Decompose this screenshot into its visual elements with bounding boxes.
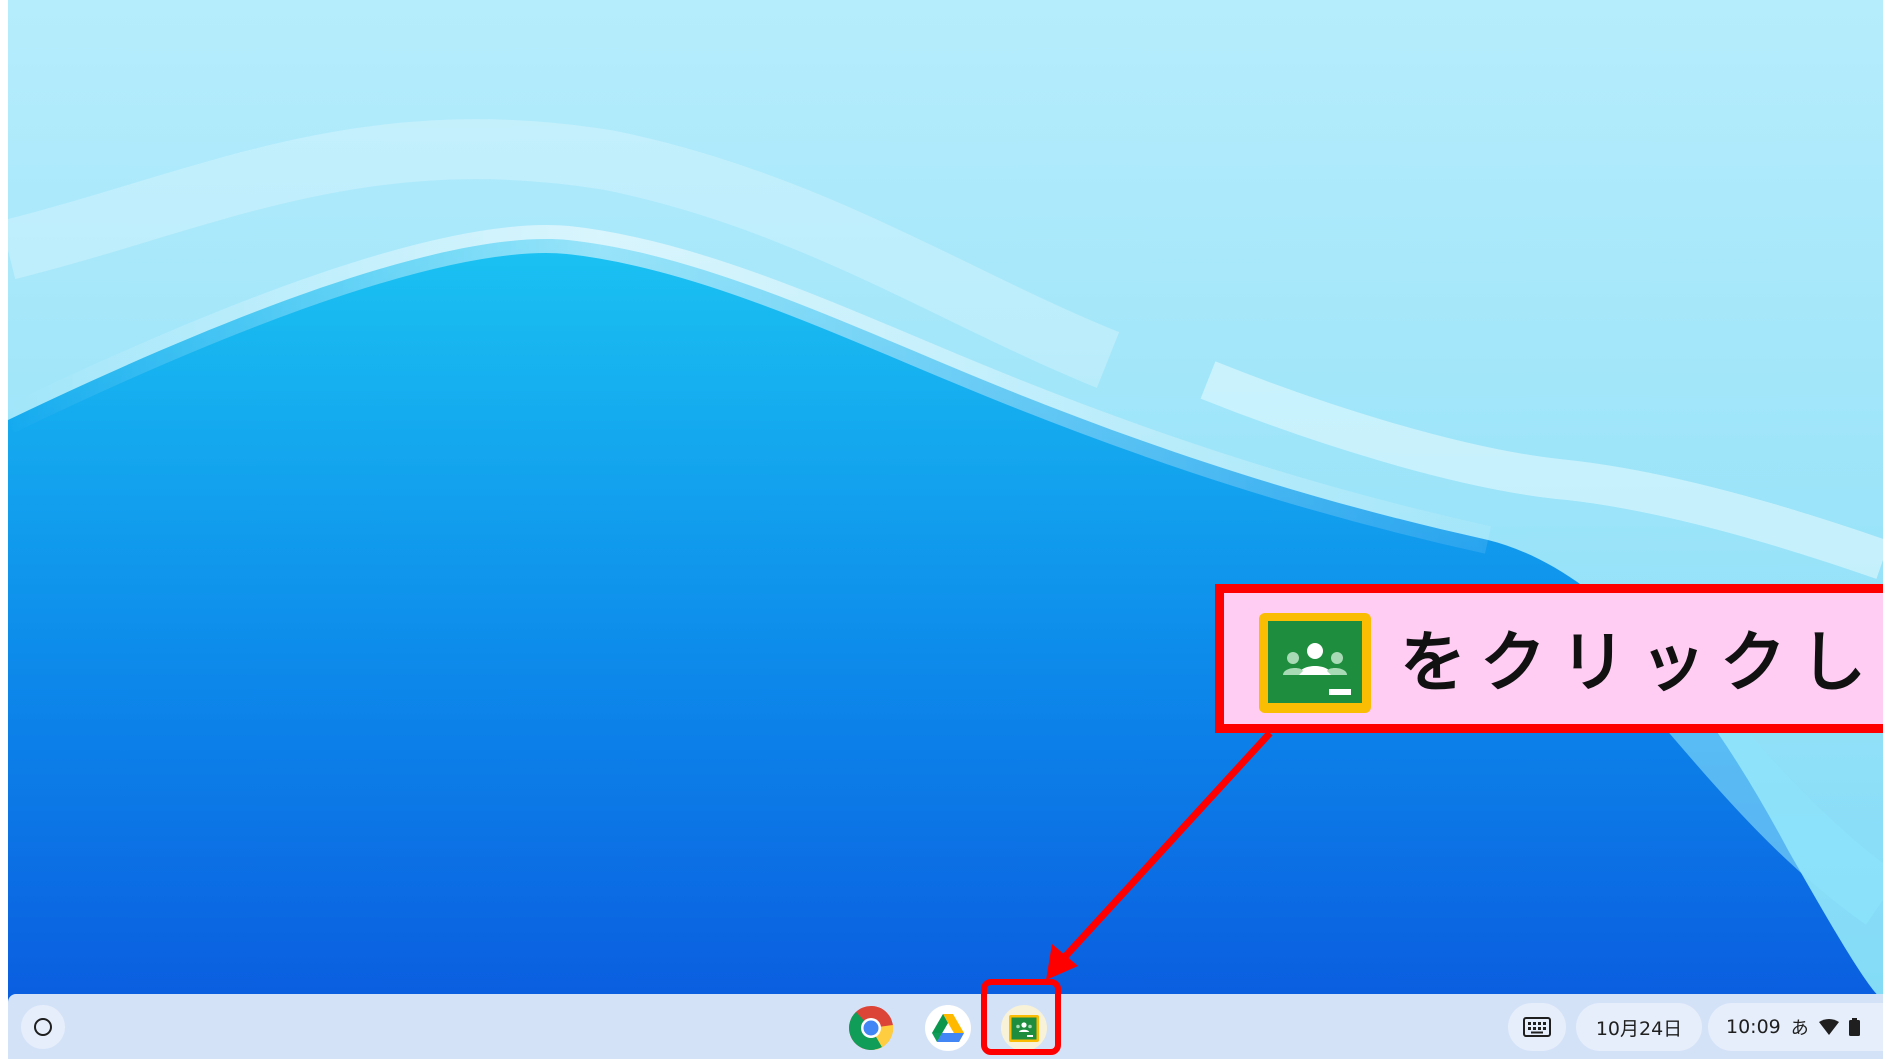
battery-icon: [1848, 1018, 1860, 1036]
wifi-icon: [1818, 1019, 1839, 1035]
chrome-app-button[interactable]: [848, 1005, 894, 1051]
wallpaper: [8, 0, 1883, 1059]
drive-icon: [925, 1005, 971, 1051]
annotation-callout: をクリックしま: [1215, 584, 1883, 733]
ime-indicator: あ: [1790, 1018, 1809, 1039]
launcher-button[interactable]: [21, 1005, 65, 1049]
drive-app-button[interactable]: [925, 1005, 971, 1051]
shelf: 10月24日 10:09 あ: [8, 994, 1883, 1059]
status-area-button[interactable]: 10:09 あ: [1708, 1003, 1883, 1051]
keyboard-icon: [1523, 1017, 1551, 1037]
callout-text: をクリックしま: [1400, 624, 1883, 701]
desktop: 10月24日 10:09 あ: [8, 0, 1883, 1059]
date-tray-button[interactable]: 10月24日: [1576, 1003, 1702, 1051]
classroom-icon: [1259, 613, 1371, 713]
date-label: 10月24日: [1595, 1017, 1683, 1040]
chrome-icon: [849, 1006, 894, 1050]
launcher-circle-icon: [34, 1018, 52, 1036]
annotation-highlight-box: [981, 979, 1061, 1055]
clock-label: 10:09: [1726, 1016, 1781, 1038]
virtual-keyboard-button[interactable]: [1508, 1003, 1566, 1051]
